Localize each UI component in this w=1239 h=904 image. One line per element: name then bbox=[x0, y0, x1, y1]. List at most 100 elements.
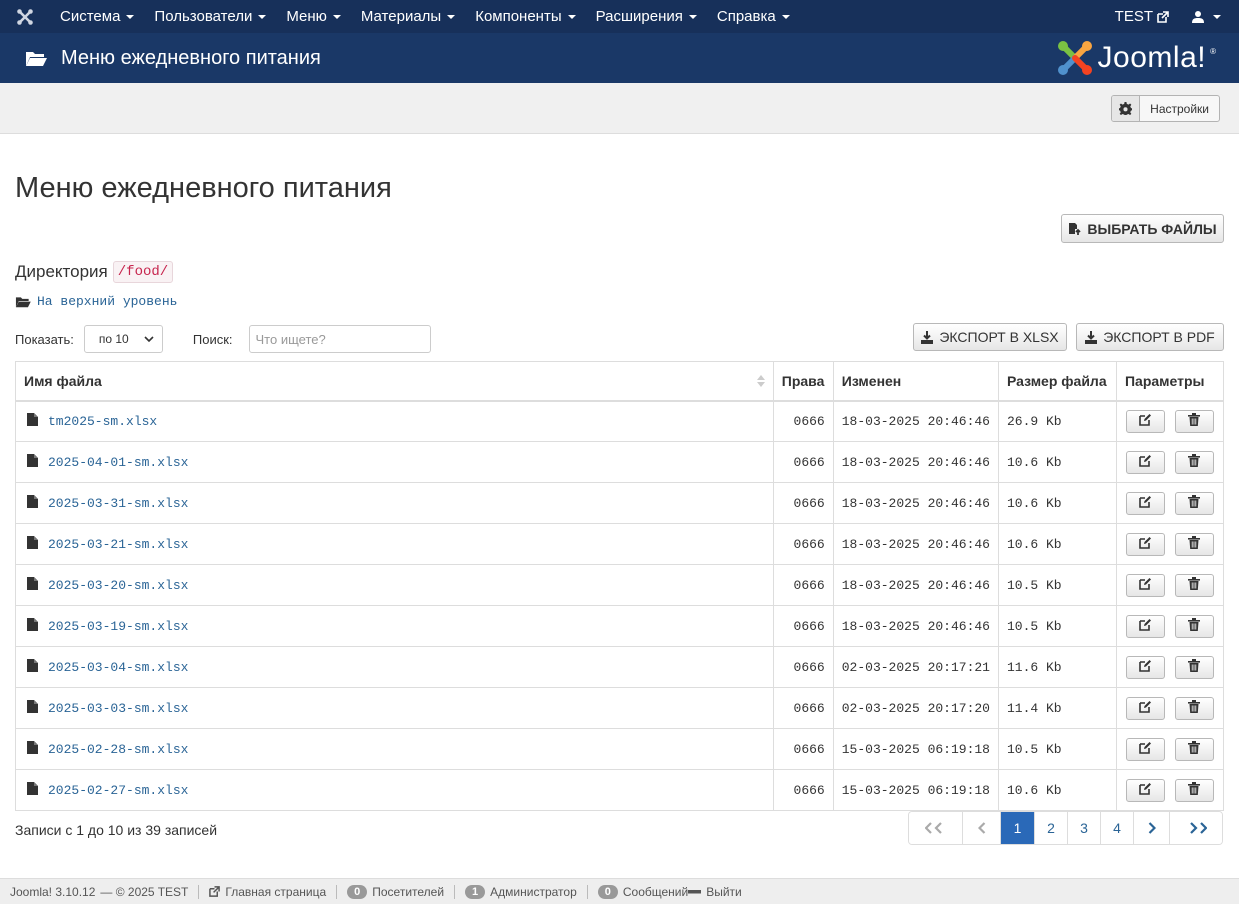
delete-button[interactable] bbox=[1174, 778, 1214, 802]
download-icon bbox=[1085, 330, 1098, 344]
menu-help[interactable]: Справка bbox=[707, 8, 800, 25]
edit-button[interactable] bbox=[1125, 491, 1165, 515]
search-input[interactable] bbox=[248, 325, 431, 353]
menu-menus-label: Меню bbox=[286, 8, 327, 25]
edit-icon bbox=[1139, 413, 1152, 429]
file-link[interactable]: 2025-03-31-sm.xlsx bbox=[48, 496, 188, 511]
visitors-badge: 0 bbox=[347, 884, 368, 899]
file-link[interactable]: 2025-03-04-sm.xlsx bbox=[48, 660, 188, 675]
header-bar: Меню ежедневного питания Joomla! ® bbox=[0, 33, 1239, 83]
pagination-page-1[interactable]: 1 bbox=[1000, 812, 1034, 844]
page-title: Меню ежедневного питания bbox=[15, 172, 392, 204]
file-link[interactable]: 2025-02-27-sm.xlsx bbox=[48, 783, 188, 798]
gear-icon bbox=[1112, 96, 1141, 121]
site-link[interactable]: TEST bbox=[1115, 8, 1169, 25]
modified-cell: 02-03-2025 20:17:20 bbox=[832, 687, 999, 729]
site-link-label: TEST bbox=[1114, 8, 1153, 25]
external-link-icon bbox=[209, 886, 221, 897]
pagination-page-2[interactable]: 2 bbox=[1034, 812, 1067, 844]
status-bar: Joomla! 3.10.12 — © 2025 TEST Главная стр… bbox=[0, 878, 1239, 904]
logout-link[interactable]: Выйти bbox=[688, 885, 742, 899]
menu-components[interactable]: Компоненты bbox=[465, 8, 585, 25]
trash-icon bbox=[1188, 700, 1201, 716]
messages-link[interactable]: 0 Сообщений bbox=[597, 884, 688, 899]
pagination-page-4[interactable]: 4 bbox=[1100, 812, 1133, 844]
delete-button[interactable] bbox=[1174, 491, 1214, 515]
table-header-row: Имя файла Права Изменен Размер файла Пар… bbox=[15, 361, 1225, 402]
file-link[interactable]: 2025-03-19-sm.xlsx bbox=[48, 619, 188, 634]
menu-extensions[interactable]: Расширения bbox=[586, 8, 707, 25]
filename-cell: 2025-03-21-sm.xlsx bbox=[15, 523, 774, 565]
file-link[interactable]: 2025-03-21-sm.xlsx bbox=[48, 537, 188, 552]
pagination-last-button[interactable] bbox=[1169, 812, 1222, 844]
joomla-logo-icon[interactable] bbox=[0, 8, 50, 26]
file-icon bbox=[27, 618, 38, 634]
table-row: 2025-03-04-sm.xlsx 0666 02-03-2025 20:17:2… bbox=[15, 646, 1225, 688]
menu-content[interactable]: Материалы bbox=[351, 8, 465, 25]
edit-button[interactable] bbox=[1125, 778, 1165, 802]
menu-system-label: Система bbox=[60, 8, 121, 25]
header-title: Меню ежедневного питания bbox=[61, 46, 321, 69]
edit-button[interactable] bbox=[1125, 696, 1165, 720]
delete-button[interactable] bbox=[1174, 573, 1214, 597]
file-link[interactable]: 2025-04-01-sm.xlsx bbox=[48, 455, 188, 470]
permissions-cell: 0666 bbox=[772, 564, 834, 606]
column-header-modified[interactable]: Изменен bbox=[832, 361, 999, 402]
menu-users[interactable]: Пользователи bbox=[144, 8, 276, 25]
delete-button[interactable] bbox=[1174, 409, 1214, 433]
column-header-filename[interactable]: Имя файла bbox=[15, 361, 774, 402]
delete-button[interactable] bbox=[1174, 532, 1214, 556]
modified-cell: 15-03-2025 06:19:18 bbox=[832, 769, 999, 811]
edit-button[interactable] bbox=[1125, 614, 1165, 638]
edit-icon bbox=[1139, 659, 1152, 675]
column-header-permissions[interactable]: Права bbox=[772, 361, 834, 402]
edit-button[interactable] bbox=[1125, 737, 1165, 761]
modified-cell: 18-03-2025 20:46:46 bbox=[832, 400, 999, 442]
show-label: Показать: bbox=[15, 331, 74, 347]
joomla-wordmark: Joomla! bbox=[1097, 41, 1207, 74]
file-link[interactable]: 2025-02-28-sm.xlsx bbox=[48, 742, 188, 757]
export-xlsx-button[interactable]: ЭКСПОРТ В XLSX bbox=[913, 323, 1067, 351]
edit-button[interactable] bbox=[1125, 409, 1165, 433]
permissions-cell: 0666 bbox=[772, 523, 834, 565]
file-upload-icon bbox=[1069, 222, 1082, 235]
up-level-link[interactable]: На верхний уровень bbox=[15, 294, 177, 309]
settings-button[interactable]: Настройки bbox=[1111, 95, 1220, 122]
choose-files-button[interactable]: ВЫБРАТЬ ФАЙЛЫ bbox=[1061, 214, 1224, 243]
delete-button[interactable] bbox=[1174, 655, 1214, 679]
edit-button[interactable] bbox=[1125, 450, 1165, 474]
column-header-size[interactable]: Размер файла bbox=[997, 361, 1117, 402]
params-cell bbox=[1115, 728, 1225, 770]
pagination-prev-button[interactable] bbox=[962, 812, 1000, 844]
page-size-value: по 10 bbox=[98, 332, 129, 346]
edit-icon bbox=[1139, 782, 1152, 798]
file-link[interactable]: 2025-03-20-sm.xlsx bbox=[48, 578, 188, 593]
pagination-next-button[interactable] bbox=[1133, 812, 1169, 844]
edit-button[interactable] bbox=[1125, 532, 1165, 556]
delete-button[interactable] bbox=[1174, 450, 1214, 474]
export-pdf-button[interactable]: ЭКСПОРТ В PDF bbox=[1076, 323, 1224, 351]
pagination-page-3[interactable]: 3 bbox=[1067, 812, 1100, 844]
user-icon bbox=[1192, 10, 1204, 23]
delete-button[interactable] bbox=[1174, 737, 1214, 761]
menu-menus[interactable]: Меню bbox=[276, 8, 351, 25]
delete-button[interactable] bbox=[1174, 696, 1214, 720]
params-cell bbox=[1115, 482, 1225, 524]
column-header-label: Права bbox=[781, 372, 825, 389]
directory-row: Директория /food/ bbox=[15, 261, 174, 283]
edit-button[interactable] bbox=[1125, 655, 1165, 679]
file-link[interactable]: 2025-03-03-sm.xlsx bbox=[48, 701, 188, 716]
modified-cell: 18-03-2025 20:46:46 bbox=[832, 441, 999, 483]
menu-extensions-label: Расширения bbox=[595, 8, 683, 25]
user-menu[interactable] bbox=[1191, 10, 1221, 24]
minus-icon bbox=[688, 889, 702, 893]
edit-button[interactable] bbox=[1125, 573, 1165, 597]
page-size-select[interactable]: по 10 bbox=[83, 325, 163, 353]
file-icon bbox=[27, 454, 38, 470]
delete-button[interactable] bbox=[1174, 614, 1214, 638]
table-row: 2025-03-03-sm.xlsx 0666 02-03-2025 20:17:2… bbox=[15, 687, 1225, 729]
file-link[interactable]: tm2025-sm.xlsx bbox=[48, 414, 157, 429]
home-page-link[interactable]: Главная страница bbox=[209, 885, 326, 899]
pagination-first-button[interactable] bbox=[909, 812, 962, 844]
menu-system[interactable]: Система bbox=[50, 8, 144, 25]
